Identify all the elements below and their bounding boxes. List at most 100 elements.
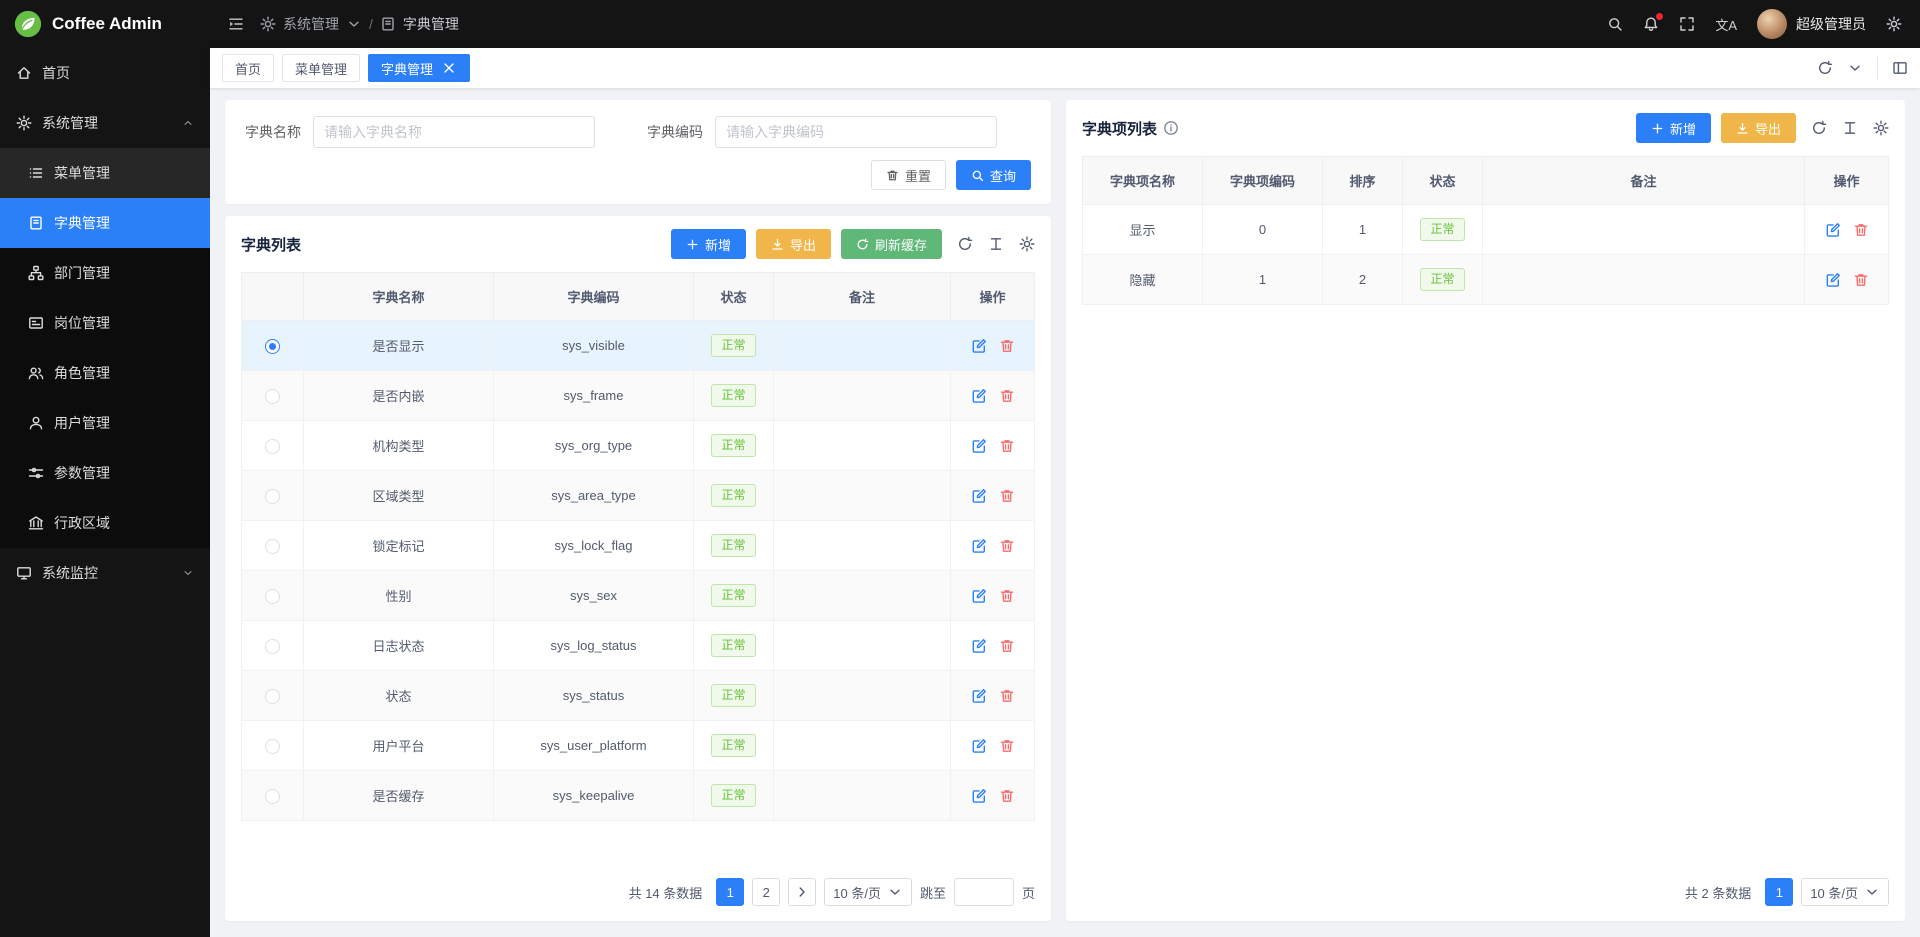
row-radio[interactable] [265, 389, 280, 404]
sidebar-item-user-mgmt[interactable]: 用户管理 [0, 398, 210, 448]
export-item-button[interactable]: 导出 [1721, 113, 1796, 143]
delete-icon[interactable] [999, 688, 1015, 704]
fullscreen-icon[interactable] [1679, 16, 1695, 32]
remark-cell [774, 771, 951, 821]
sidebar-item-role-mgmt[interactable]: 角色管理 [0, 348, 210, 398]
user-menu[interactable]: 超级管理员 [1757, 9, 1866, 39]
sidebar-item-post-mgmt[interactable]: 岗位管理 [0, 298, 210, 348]
edit-icon[interactable] [1825, 222, 1841, 238]
sidebar-item-region[interactable]: 行政区域 [0, 498, 210, 548]
row-radio[interactable] [265, 789, 280, 804]
table-row[interactable]: 隐藏 1 2 正常 [1083, 255, 1889, 305]
page-size-select[interactable]: 10 条/页 [1801, 878, 1889, 906]
row-radio[interactable] [265, 739, 280, 754]
sidebar-item-param-mgmt[interactable]: 参数管理 [0, 448, 210, 498]
delete-icon[interactable] [999, 438, 1015, 454]
table-settings-gear-icon[interactable] [1019, 236, 1035, 252]
query-button[interactable]: 查询 [956, 160, 1031, 190]
dict-code-input[interactable] [715, 116, 997, 148]
refresh-icon[interactable] [1817, 60, 1833, 76]
delete-icon[interactable] [999, 488, 1015, 504]
delete-icon[interactable] [1853, 272, 1869, 288]
row-radio[interactable] [265, 539, 280, 554]
add-button[interactable]: 新增 [671, 229, 746, 259]
close-icon[interactable] [441, 60, 457, 76]
edit-icon[interactable] [971, 738, 987, 754]
sidebar-item-menu-mgmt[interactable]: 菜单管理 [0, 148, 210, 198]
refresh-icon[interactable] [1811, 120, 1827, 136]
delete-icon[interactable] [999, 788, 1015, 804]
edit-icon[interactable] [971, 388, 987, 404]
table-row[interactable]: 性别 sys_sex 正常 [242, 571, 1035, 621]
row-radio[interactable] [265, 339, 280, 354]
row-radio[interactable] [265, 489, 280, 504]
page-1-button[interactable]: 1 [1765, 878, 1793, 906]
tab-home[interactable]: 首页 [222, 54, 274, 82]
column-width-icon[interactable] [1842, 120, 1858, 136]
page-2-button[interactable]: 2 [752, 878, 780, 906]
sidebar-item-home[interactable]: 首页 [0, 48, 210, 98]
delete-icon[interactable] [999, 588, 1015, 604]
tab-dict-mgmt[interactable]: 字典管理 [368, 54, 470, 82]
table-row[interactable]: 是否显示 sys_visible 正常 [242, 321, 1035, 371]
table-row[interactable]: 是否内嵌 sys_frame 正常 [242, 371, 1035, 421]
translate-icon[interactable]: 文A [1715, 15, 1737, 34]
table-row[interactable]: 状态 sys_status 正常 [242, 671, 1035, 721]
edit-icon[interactable] [971, 638, 987, 654]
column-width-icon[interactable] [988, 236, 1004, 252]
settings-gear-icon[interactable] [1886, 16, 1902, 32]
delete-icon[interactable] [999, 388, 1015, 404]
tab-menu-mgmt[interactable]: 菜单管理 [282, 54, 360, 82]
edit-icon[interactable] [971, 688, 987, 704]
table-settings-gear-icon[interactable] [1873, 120, 1889, 136]
edit-icon[interactable] [971, 788, 987, 804]
row-radio[interactable] [265, 589, 280, 604]
sidebar-item-dept-mgmt[interactable]: 部门管理 [0, 248, 210, 298]
row-radio[interactable] [265, 639, 280, 654]
refresh-icon[interactable] [957, 236, 973, 252]
sidebar-item-system-monitor[interactable]: 系统监控 [0, 548, 210, 598]
next-page-button[interactable] [788, 878, 816, 906]
refresh-cache-button[interactable]: 刷新缓存 [841, 229, 942, 259]
edit-icon[interactable] [971, 538, 987, 554]
dict-name-cell: 是否内嵌 [304, 371, 494, 421]
chevron-down-icon[interactable] [1847, 60, 1863, 76]
table-row[interactable]: 锁定标记 sys_lock_flag 正常 [242, 521, 1035, 571]
notifications-button[interactable] [1643, 16, 1659, 32]
table-row[interactable]: 是否缓存 sys_keepalive 正常 [242, 771, 1035, 821]
search-icon[interactable] [1607, 16, 1623, 32]
delete-icon[interactable] [1853, 222, 1869, 238]
add-item-button[interactable]: 新增 [1636, 113, 1711, 143]
export-button[interactable]: 导出 [756, 229, 831, 259]
reset-button[interactable]: 重置 [871, 160, 946, 190]
delete-icon[interactable] [999, 738, 1015, 754]
menu-fold-icon[interactable] [228, 16, 244, 32]
jump-page-input[interactable] [954, 878, 1014, 906]
sidebar-item-label: 角色管理 [54, 363, 110, 383]
sidebar-item-system-mgmt[interactable]: 系统管理 [0, 98, 210, 148]
breadcrumb-system[interactable]: 系统管理 [283, 14, 339, 34]
edit-icon[interactable] [1825, 272, 1841, 288]
layout-icon[interactable] [1892, 60, 1908, 76]
row-radio[interactable] [265, 439, 280, 454]
table-row[interactable]: 显示 0 1 正常 [1083, 205, 1889, 255]
status-badge: 正常 [711, 584, 755, 606]
page-size-select[interactable]: 10 条/页 [824, 878, 912, 906]
edit-icon[interactable] [971, 588, 987, 604]
table-row[interactable]: 用户平台 sys_user_platform 正常 [242, 721, 1035, 771]
edit-icon[interactable] [971, 338, 987, 354]
edit-icon[interactable] [971, 438, 987, 454]
edit-icon[interactable] [971, 488, 987, 504]
table-row[interactable]: 日志状态 sys_log_status 正常 [242, 621, 1035, 671]
delete-icon[interactable] [999, 338, 1015, 354]
table-row[interactable]: 机构类型 sys_org_type 正常 [242, 421, 1035, 471]
table-row[interactable]: 区域类型 sys_area_type 正常 [242, 471, 1035, 521]
page-1-button[interactable]: 1 [716, 878, 744, 906]
app-logo[interactable]: Coffee Admin [0, 0, 210, 48]
sidebar-item-dict-mgmt[interactable]: 字典管理 [0, 198, 210, 248]
row-radio[interactable] [265, 689, 280, 704]
info-icon[interactable] [1163, 120, 1179, 136]
dict-name-input[interactable] [313, 116, 595, 148]
delete-icon[interactable] [999, 538, 1015, 554]
delete-icon[interactable] [999, 638, 1015, 654]
